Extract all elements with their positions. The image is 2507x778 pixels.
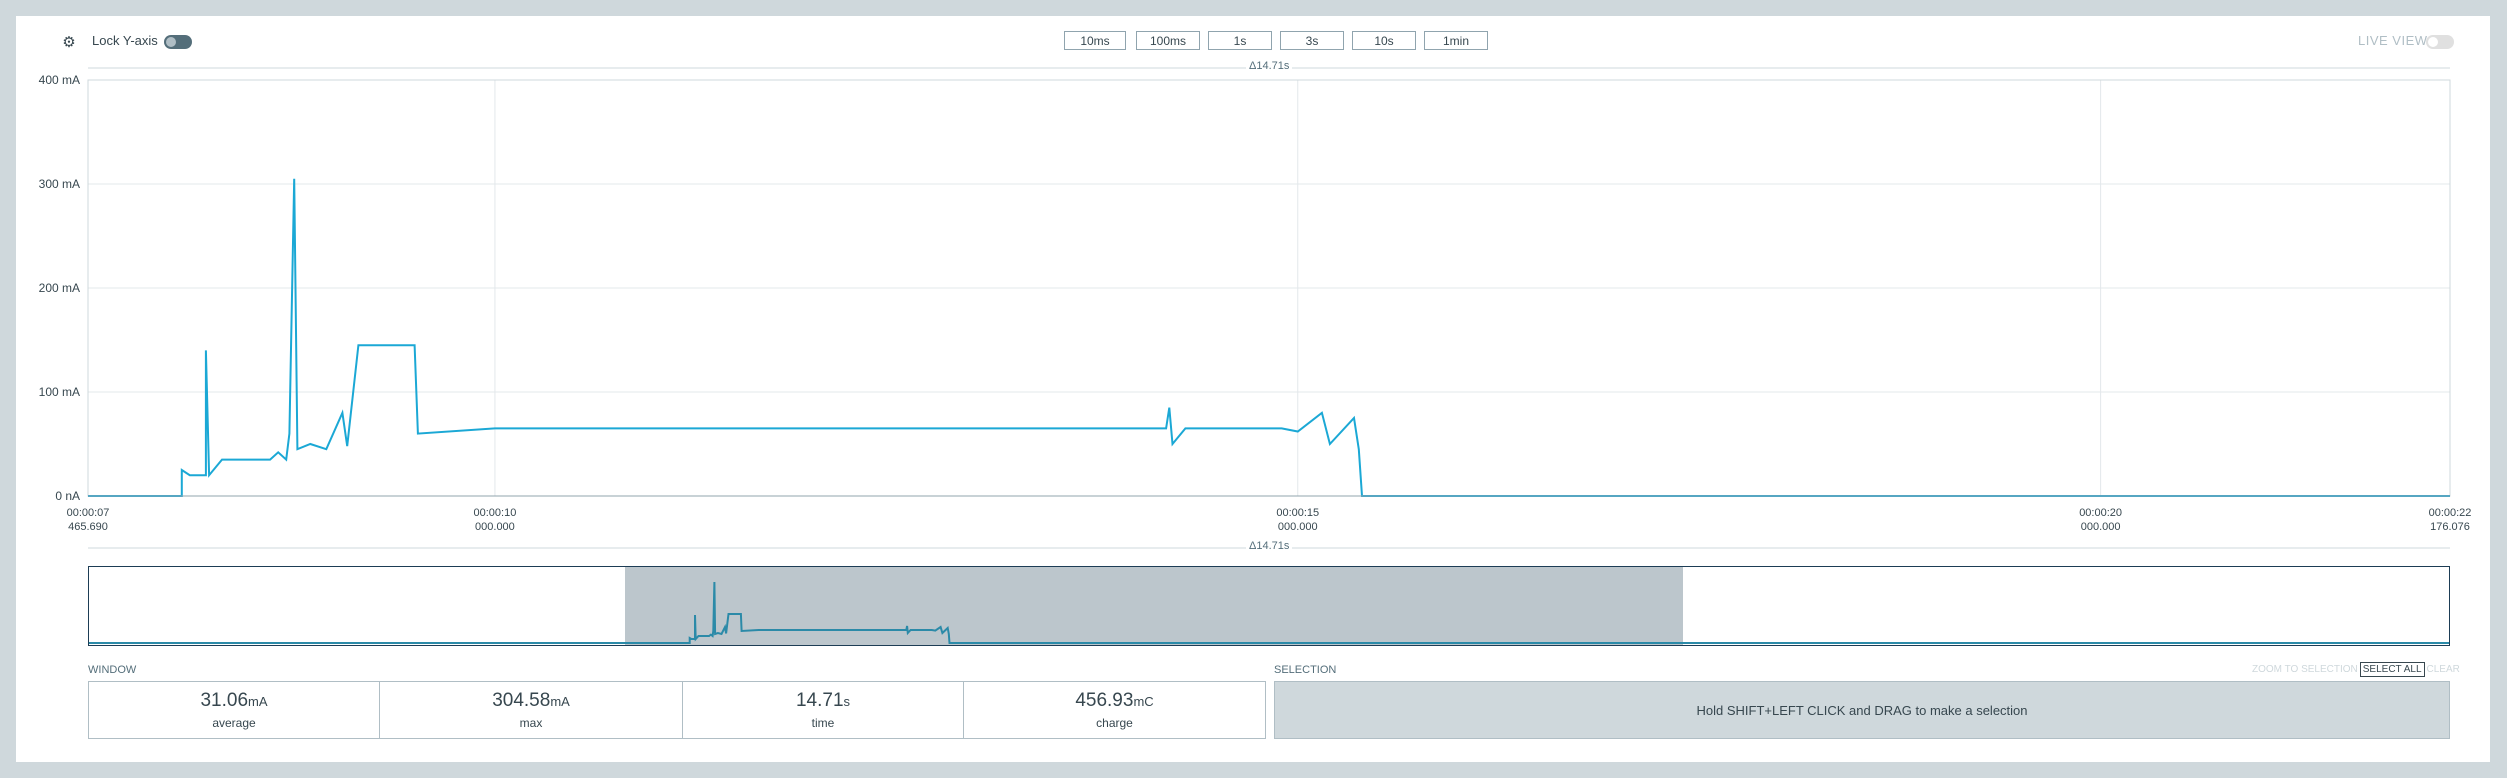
stat-charge: 456.93mC charge: [964, 682, 1265, 738]
stat-caption: charge: [1096, 716, 1133, 730]
y-tick-label: 400 mA: [39, 73, 80, 87]
stat-unit: mC: [1133, 694, 1154, 709]
zoom-to-selection-button[interactable]: ZOOM TO SELECTION: [2250, 663, 2360, 676]
stat-time: 14.71s time: [683, 682, 964, 738]
stat-value: 31.06: [200, 690, 249, 711]
x-tick-sub-label: 000.000: [475, 521, 515, 533]
minimap-trace: [89, 581, 2449, 644]
x-tick-time-label: 00:00:07: [67, 507, 110, 519]
x-tick-sub-label: 465.690: [68, 521, 108, 533]
y-tick-label: 200 mA: [39, 281, 80, 295]
minimap-delta-label: Δ14.71s: [1246, 540, 1293, 552]
window-section-label: WINDOW: [88, 664, 137, 676]
y-tick-label: 100 mA: [39, 385, 80, 399]
select-all-button[interactable]: SELECT ALL: [2359, 662, 2425, 677]
x-tick-sub-label: 000.000: [2081, 521, 2121, 533]
x-tick-time-label: 00:00:15: [1276, 507, 1319, 519]
current-chart[interactable]: 400 mA 300 mA 200 mA 100 mA 0 nA 00:00:07 465…: [16, 16, 2490, 546]
y-tick-label: 0 nA: [55, 489, 80, 503]
minimap[interactable]: [88, 566, 2450, 646]
x-tick-time-label: 00:00:10: [474, 507, 517, 519]
y-axis-labels: 400 mA 300 mA 200 mA 100 mA 0 nA: [39, 73, 80, 503]
x-axis-labels: 00:00:07 465.690 00:00:10 000.000 00:00:15 00…: [67, 507, 2472, 533]
selection-hint-text: Hold SHIFT+LEFT CLICK and DRAG to make a…: [1696, 702, 2028, 718]
window-stats: 31.06mA average 304.58mA max 14.71s time…: [88, 681, 1266, 739]
stat-unit: mA: [248, 694, 268, 709]
stat-caption: time: [811, 716, 835, 730]
stat-value: 304.58: [492, 690, 551, 711]
stat-unit: mA: [550, 694, 570, 709]
stat-caption: max: [519, 716, 543, 730]
selection-hint-box[interactable]: Hold SHIFT+LEFT CLICK and DRAG to make a…: [1274, 681, 2450, 739]
selection-section-label: SELECTION: [1274, 664, 1337, 676]
stat-value: 14.71: [795, 690, 844, 711]
x-tick-sub-label: 176.076: [2430, 521, 2470, 533]
clear-button[interactable]: CLEAR: [2425, 663, 2462, 676]
stat-value: 456.93: [1075, 690, 1134, 711]
y-tick-label: 300 mA: [39, 177, 80, 191]
x-tick-time-label: 00:00:22: [2429, 507, 2472, 519]
minimap-trace-svg: [89, 581, 2449, 644]
stat-average: 31.06mA average: [89, 682, 380, 738]
stat-unit: s: [843, 694, 851, 709]
chart-grid: [88, 79, 2450, 497]
selection-buttons: ZOOM TO SELECTION SELECT ALL CLEAR: [2250, 662, 2462, 677]
current-trace: [88, 178, 2450, 497]
x-tick-time-label: 00:00:20: [2079, 507, 2122, 519]
stat-caption: average: [212, 716, 256, 730]
power-profiler-panel: ⚙ Lock Y-axis 10ms 100ms 1s 3s 10s 1min …: [16, 16, 2490, 762]
stat-max: 304.58mA max: [380, 682, 683, 738]
delta-time-label: Δ14.71s: [1246, 60, 1293, 72]
x-tick-sub-label: 000.000: [1278, 521, 1318, 533]
